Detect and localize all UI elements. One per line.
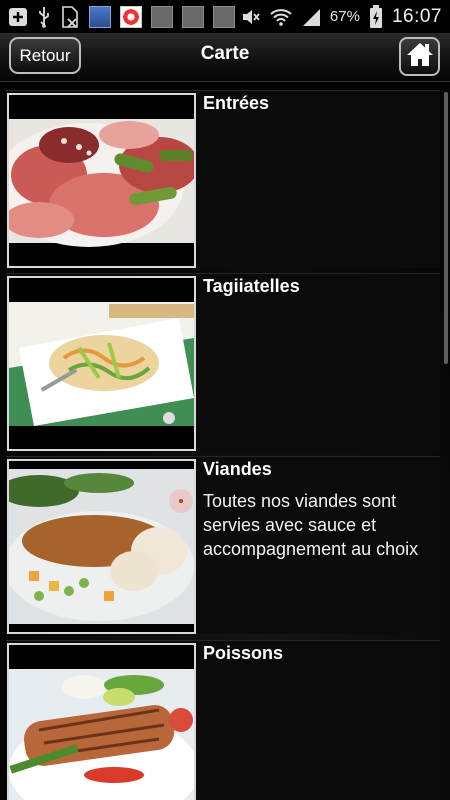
- app-thumb-icon: [151, 5, 173, 28]
- menu-item-title: Entrées: [203, 93, 270, 113]
- menu-item-title: Viandes: [203, 459, 272, 479]
- clock: 16:07: [391, 5, 442, 27]
- app-thumb-icon: [89, 5, 111, 28]
- menu-item-viandes[interactable]: Viandes Toutes nos viandes sont servies …: [6, 456, 440, 634]
- page-title: Carte: [200, 43, 250, 64]
- sim-blocked-icon: [60, 5, 80, 28]
- home-icon: [406, 41, 434, 72]
- scrollbar[interactable]: [444, 92, 448, 364]
- menu-item-entrees[interactable]: Entrées: [6, 90, 440, 268]
- signal-icon: [301, 7, 321, 27]
- add-box-icon: [8, 7, 28, 27]
- app-thumb-icon: [182, 5, 204, 28]
- mute-icon: [241, 7, 261, 27]
- menu-item-tagliatelles[interactable]: Tagiiatelles: [6, 273, 440, 451]
- battery-percent: 67%: [329, 8, 360, 25]
- menu-item-poissons[interactable]: Poissons: [6, 640, 440, 800]
- battery-charging-icon: [369, 4, 383, 29]
- entrees-image: [7, 93, 196, 268]
- wifi-icon: [270, 7, 292, 27]
- tagliatelles-image: [7, 276, 196, 451]
- poissons-image: [7, 643, 196, 800]
- notification-icons: [8, 5, 235, 28]
- app-thumb-icon: [213, 5, 235, 28]
- menu-item-title: Poissons: [203, 643, 284, 663]
- menu-item-description: Toutes nos viandes sont servies avec sau…: [203, 491, 419, 559]
- title-bar: Retour Carte: [0, 33, 450, 82]
- usb-icon: [37, 6, 51, 28]
- menu-list[interactable]: Bar Brasserie Entrées: [0, 88, 450, 800]
- lifebuoy-icon: [120, 5, 142, 28]
- home-button[interactable]: [399, 37, 440, 76]
- system-icons: 67% 16:07: [241, 4, 442, 29]
- viandes-image: [7, 459, 196, 634]
- menu-item-title: Tagiiatelles: [203, 276, 300, 296]
- status-bar: 67% 16:07: [0, 0, 450, 33]
